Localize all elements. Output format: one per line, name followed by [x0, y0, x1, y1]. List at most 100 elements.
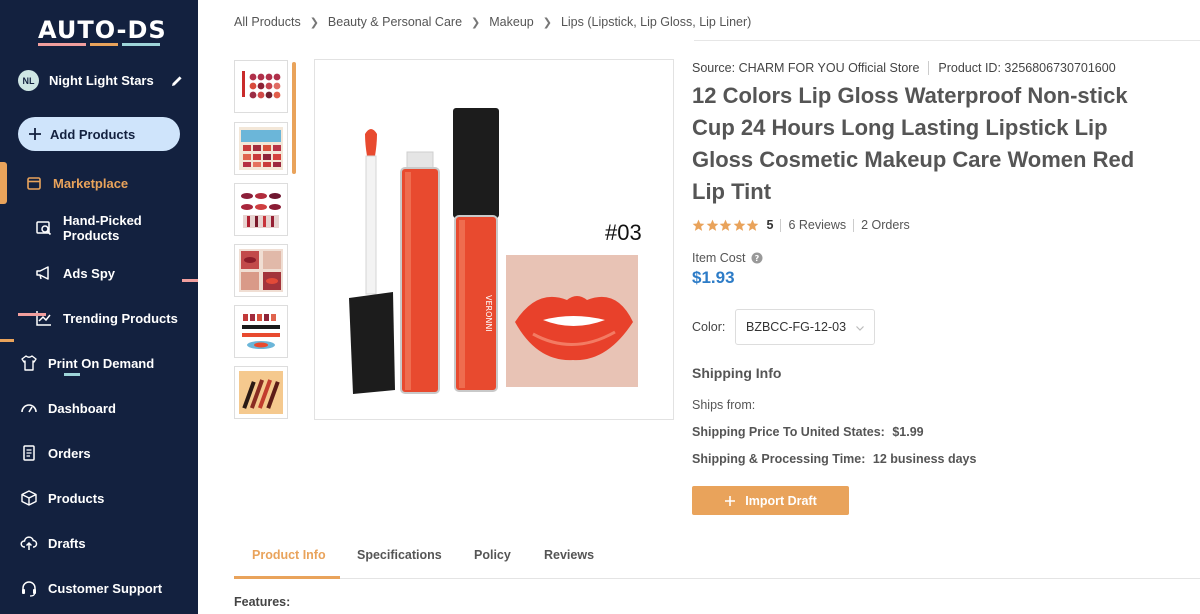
sidebar-item-print-on-demand[interactable]: Print On Demand: [0, 348, 198, 378]
sidebar-item-trending-products[interactable]: Trending Products: [0, 303, 198, 333]
tab-product-info[interactable]: Product Info: [252, 548, 326, 562]
shade-label: #03: [605, 220, 642, 245]
thumbnail-3[interactable]: [234, 183, 288, 236]
gauge-icon: [21, 404, 37, 413]
decorative-line: [18, 313, 46, 316]
add-products-label: Add Products: [50, 126, 136, 142]
product-tabs: Product Info Specifications Policy Revie…: [234, 540, 1200, 579]
thumbnail-1[interactable]: [234, 60, 288, 113]
store-icon: [27, 177, 41, 190]
thumbnail-image: [239, 371, 283, 414]
breadcrumb-item[interactable]: All Products: [234, 15, 301, 29]
product-image: VERONNI #03: [349, 108, 642, 394]
shipping-price: Shipping Price To United States: $1.99: [692, 425, 924, 439]
chevron-right-icon: ❯: [471, 16, 481, 29]
main-content: All Products ❯ Beauty & Personal Care ❯ …: [198, 0, 1200, 614]
sidebar-item-label: Orders: [48, 445, 91, 461]
app: AUTO-DS NL Night Light Stars Add Product…: [0, 0, 1200, 614]
shipping-info-title: Shipping Info: [692, 365, 782, 381]
add-products-button[interactable]: Add Products: [18, 117, 180, 151]
sidebar-item-orders[interactable]: Orders: [0, 438, 198, 468]
cloud-upload-icon: [20, 536, 38, 550]
megaphone-icon: [36, 266, 49, 280]
orders-count: 2 Orders: [861, 218, 910, 232]
avatar: NL: [18, 70, 39, 91]
breadcrumb-item[interactable]: Lips (Lipstick, Lip Gloss, Lip Liner): [561, 15, 751, 29]
decorative-line: [182, 279, 198, 282]
thumbnail-4[interactable]: [234, 244, 288, 297]
hand-picked-icon: [36, 221, 52, 236]
logo-underline: [38, 43, 160, 46]
brand-text: VERONNI: [484, 295, 493, 332]
breadcrumb-item[interactable]: Beauty & Personal Care: [328, 15, 462, 29]
sidebar-item-hand-picked-products[interactable]: Hand-Picked Products: [0, 213, 198, 243]
thumbnail-5[interactable]: [234, 305, 288, 358]
thumbnail-image: [239, 188, 283, 231]
pencil-icon[interactable]: [170, 74, 184, 88]
sidebar-item-label: Products: [48, 490, 105, 506]
plus-icon: [725, 495, 736, 506]
star-icon: [706, 219, 718, 231]
tab-specifications[interactable]: Specifications: [357, 548, 442, 562]
star-icon: [692, 219, 705, 231]
sidebar-item-ads-spy[interactable]: Ads Spy: [0, 258, 198, 288]
sidebar-item-label: Customer Support: [48, 580, 163, 596]
product-id: 3256806730701600: [1004, 61, 1116, 75]
rating-row: 5 6 Reviews 2 Orders: [692, 218, 910, 232]
import-draft-button[interactable]: Import Draft: [692, 486, 849, 515]
sidebar-item-customer-support[interactable]: Customer Support: [0, 573, 198, 603]
chevron-down-icon: [856, 326, 864, 331]
sidebar-item-label: Marketplace: [53, 175, 129, 191]
logo[interactable]: AUTO-DS: [38, 16, 167, 44]
star-rating: [692, 219, 760, 232]
thumbnail-2[interactable]: [234, 122, 288, 175]
product-id-label: Product ID:: [938, 61, 1001, 75]
thumbnail-6[interactable]: [234, 366, 288, 419]
main-product-image[interactable]: VERONNI #03: [314, 59, 674, 420]
breadcrumb-item[interactable]: Makeup: [489, 15, 533, 29]
item-cost-label: Item Cost ?: [692, 251, 763, 265]
store-name[interactable]: CHARM FOR YOU Official Store: [739, 61, 920, 75]
shipping-price-value: $1.99: [892, 425, 924, 439]
sidebar-item-drafts[interactable]: Drafts: [0, 528, 198, 558]
product-title: 12 Colors Lip Gloss Waterproof Non-stick…: [692, 83, 1135, 204]
tab-policy[interactable]: Policy: [474, 548, 511, 562]
divider: [853, 218, 855, 232]
breadcrumb: All Products ❯ Beauty & Personal Care ❯ …: [234, 15, 751, 29]
user-profile[interactable]: NL Night Light Stars: [18, 70, 184, 91]
sidebar-item-label: Ads Spy: [63, 265, 116, 281]
thumbnail-image: [239, 127, 283, 170]
color-select[interactable]: BZBCC-FG-12-03: [735, 309, 875, 345]
clipboard-icon: [23, 445, 35, 461]
shipping-price-label: Shipping Price To United States:: [692, 425, 885, 439]
active-tab-indicator: [234, 576, 340, 579]
svg-text:?: ?: [754, 254, 759, 263]
sidebar-item-label: Dashboard: [48, 400, 116, 416]
sidebar-item-label: Hand-Picked Products: [63, 213, 142, 243]
source-line: Source: CHARM FOR YOU Official Store Pro…: [692, 61, 1116, 75]
shipping-time: Shipping & Processing Time: 12 business …: [692, 452, 976, 466]
sidebar-item-products[interactable]: Products: [0, 483, 198, 513]
sidebar-item-label: Drafts: [48, 535, 86, 551]
thumbnail-image: [239, 65, 283, 108]
reviews-count[interactable]: 6 Reviews: [788, 218, 846, 232]
decorative-line: [64, 373, 80, 376]
tab-reviews[interactable]: Reviews: [544, 548, 594, 562]
rating-value: 5: [766, 218, 774, 232]
thumbnail-scrollbar[interactable]: [292, 62, 296, 174]
sidebar-item-marketplace[interactable]: Marketplace: [0, 168, 198, 198]
question-circle-icon[interactable]: ?: [751, 252, 763, 264]
tshirt-icon: [21, 355, 37, 371]
headset-icon: [22, 581, 36, 597]
sidebar-item-dashboard[interactable]: Dashboard: [0, 393, 198, 423]
divider: [694, 40, 1200, 41]
thumbnail-image: [239, 249, 283, 292]
divider: [780, 218, 782, 232]
sidebar-item-label: Trending Products: [63, 310, 178, 326]
star-icon: [746, 219, 759, 231]
star-icon: [719, 219, 732, 231]
item-cost-text: Item Cost: [692, 251, 746, 265]
box-icon: [21, 490, 37, 506]
shipping-time-label: Shipping & Processing Time:: [692, 452, 866, 466]
decorative-line: [0, 339, 14, 342]
